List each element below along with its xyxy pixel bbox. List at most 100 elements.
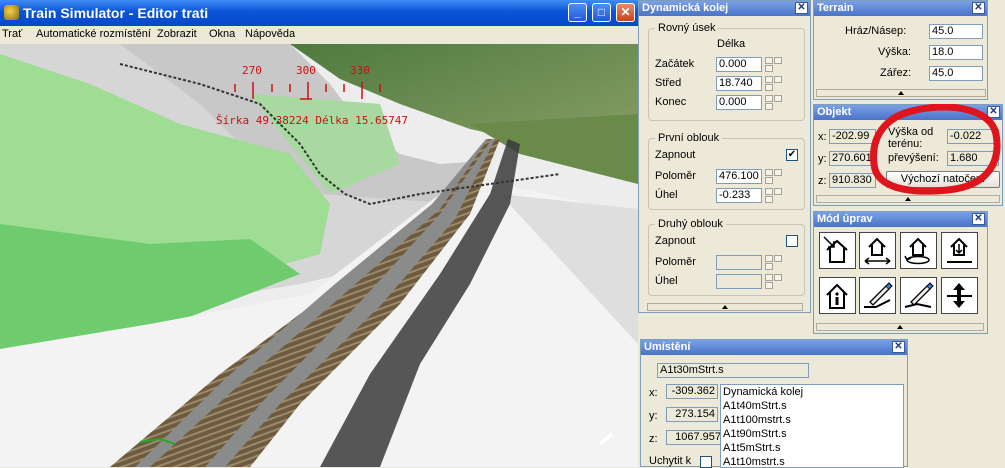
height-input[interactable]: 18.0 xyxy=(929,45,983,60)
end-length-input[interactable]: 0.000 xyxy=(716,95,762,110)
tool-move-horizontal[interactable] xyxy=(859,232,896,269)
list-item[interactable]: A1t5mStrt.s xyxy=(721,441,903,455)
dynamic-track-window: Dynamická kolej ✕ Rovný úsek Délka Začát… xyxy=(638,0,811,313)
list-item[interactable]: A1t10mstrt.s xyxy=(721,455,903,467)
first-curve-enable-label: Zapnout xyxy=(655,149,696,161)
dynamic-track-close-button[interactable]: ✕ xyxy=(795,2,808,14)
terrain-collapse-handle[interactable] xyxy=(816,89,986,97)
menu-help[interactable]: Nápověda xyxy=(245,28,295,40)
first-curve-angle-spinner[interactable] xyxy=(765,188,782,203)
tool-rotate[interactable] xyxy=(900,232,937,269)
dynamic-track-collapse-handle[interactable] xyxy=(647,303,803,311)
list-item[interactable]: A1t90mStrt.s xyxy=(721,427,903,441)
3d-viewport[interactable]: 270 300 330 Šírka 49.38224 Délka 15.6574… xyxy=(0,44,638,467)
first-curve-radius-spinner[interactable] xyxy=(765,169,782,184)
first-curve-title: První oblouk xyxy=(655,132,723,144)
edit-mode-titlebar[interactable]: Mód úprav ✕ xyxy=(814,212,987,227)
close-icon: ✕ xyxy=(974,2,983,13)
first-curve-group: První oblouk Zapnout ✔ Poloměr 476.100 Ú… xyxy=(648,132,805,210)
object-z-label: z: xyxy=(818,175,827,187)
first-curve-radius-input[interactable]: 476.100 xyxy=(716,169,762,184)
terrain-close-button[interactable]: ✕ xyxy=(972,2,985,14)
red-annotation-circle xyxy=(870,104,1001,195)
object-x-label: x: xyxy=(818,131,827,143)
maximize-icon: □ xyxy=(597,5,606,19)
menu-view[interactable]: Zobrazit xyxy=(157,28,197,40)
embankment-input[interactable]: 45.0 xyxy=(929,24,983,39)
second-curve-title: Druhý oblouk xyxy=(655,218,726,230)
close-button[interactable]: ✕ xyxy=(616,3,635,22)
tool-terrain-paint[interactable] xyxy=(900,277,937,314)
straight-section-group: Rovný úsek Délka Začátek 0.000 Střed 18.… xyxy=(648,22,805,121)
edit-mode-window: Mód úprav ✕ xyxy=(813,211,988,334)
middle-length-spinner[interactable] xyxy=(765,76,782,91)
object-list[interactable]: Dynamická kolej A1t40mStrt.s A1t100mstrt… xyxy=(720,384,904,468)
height-label: Výška: xyxy=(878,46,912,58)
placement-x-label: x: xyxy=(649,387,658,399)
placement-close-button[interactable]: ✕ xyxy=(892,341,905,353)
snap-label: Uchytit k xyxy=(649,455,692,467)
tool-info[interactable] xyxy=(819,277,856,314)
info-icon xyxy=(826,283,848,309)
list-item[interactable]: A1t40mStrt.s xyxy=(721,399,903,413)
object-collapse-handle[interactable] xyxy=(816,195,1000,203)
tool-move-object[interactable] xyxy=(819,232,856,269)
main-titlebar[interactable]: Train Simulator - Editor trati _ □ ✕ xyxy=(0,0,638,26)
placement-z-label: z: xyxy=(649,433,658,445)
list-item[interactable]: Dynamická kolej xyxy=(721,385,903,399)
tool-terrain-tilt[interactable] xyxy=(859,277,896,314)
list-item[interactable]: A1t100mstrt.s xyxy=(721,413,903,427)
snap-checkbox[interactable] xyxy=(700,456,712,468)
embankment-label: Hráz/Násep: xyxy=(845,25,907,37)
start-length-spinner[interactable] xyxy=(765,57,782,72)
close-icon: ✕ xyxy=(797,2,806,13)
start-label: Začátek xyxy=(655,58,695,70)
straight-section-title: Rovný úsek xyxy=(655,22,719,34)
height-adjust-icon xyxy=(947,283,972,308)
placement-title: Umístění xyxy=(644,341,691,353)
edit-mode-collapse-handle[interactable] xyxy=(816,323,984,331)
close-icon: ✕ xyxy=(894,341,903,352)
menubar: Trať Automatické rozmístění Zobrazit Okn… xyxy=(0,26,638,44)
second-curve-angle-spinner[interactable] xyxy=(765,274,782,289)
selected-object-field: A1t30mStrt.s xyxy=(657,363,809,378)
object-title: Objekt xyxy=(817,106,852,118)
second-curve-radius-spinner[interactable] xyxy=(765,255,782,270)
first-curve-radius-label: Poloměr xyxy=(655,170,696,182)
tool-raise-lower[interactable] xyxy=(941,232,978,269)
cutting-label: Zářez: xyxy=(880,67,912,79)
close-icon: ✕ xyxy=(974,213,983,224)
cutting-input[interactable]: 45.0 xyxy=(929,66,983,81)
coordinates-readout: Šírka 49.38224 Délka 15.65747 xyxy=(216,114,409,127)
second-curve-group: Druhý oblouk Zapnout Poloměr Úhel xyxy=(648,218,805,296)
dynamic-track-titlebar[interactable]: Dynamická kolej ✕ xyxy=(639,1,810,16)
second-curve-angle-label: Úhel xyxy=(655,275,678,287)
edit-mode-title: Mód úprav xyxy=(817,213,873,225)
terrain-paint-icon xyxy=(904,282,934,308)
menu-trat[interactable]: Trať xyxy=(2,28,22,40)
second-curve-angle-input[interactable] xyxy=(716,274,762,289)
first-curve-angle-label: Úhel xyxy=(655,189,678,201)
minimize-icon: _ xyxy=(574,5,581,19)
second-curve-enable-label: Zapnout xyxy=(655,235,696,247)
edit-mode-close-button[interactable]: ✕ xyxy=(972,213,985,225)
menu-auto-placement[interactable]: Automatické rozmístění xyxy=(36,28,151,40)
middle-length-input[interactable]: 18.740 xyxy=(716,76,762,91)
first-curve-enable-checkbox[interactable]: ✔ xyxy=(786,149,798,161)
minimize-button[interactable]: _ xyxy=(568,3,587,22)
move-horizontal-icon xyxy=(864,237,891,265)
app-icon xyxy=(4,5,19,20)
placement-titlebar[interactable]: Umístění ✕ xyxy=(641,340,907,355)
first-curve-angle-input[interactable]: -0.233 xyxy=(716,188,762,203)
tool-height-adjust[interactable] xyxy=(941,277,978,314)
second-curve-enable-checkbox[interactable] xyxy=(786,235,798,247)
start-length-input[interactable]: 0.000 xyxy=(716,57,762,72)
menu-windows[interactable]: Okna xyxy=(209,28,235,40)
terrain-titlebar[interactable]: Terrain ✕ xyxy=(814,1,987,16)
maximize-button[interactable]: □ xyxy=(592,3,611,22)
end-length-spinner[interactable] xyxy=(765,95,782,110)
compass-tick-300: 300 xyxy=(296,64,316,77)
second-curve-radius-input[interactable] xyxy=(716,255,762,270)
second-curve-radius-label: Poloměr xyxy=(655,256,696,268)
placement-y-value: 273.154 xyxy=(666,407,718,422)
